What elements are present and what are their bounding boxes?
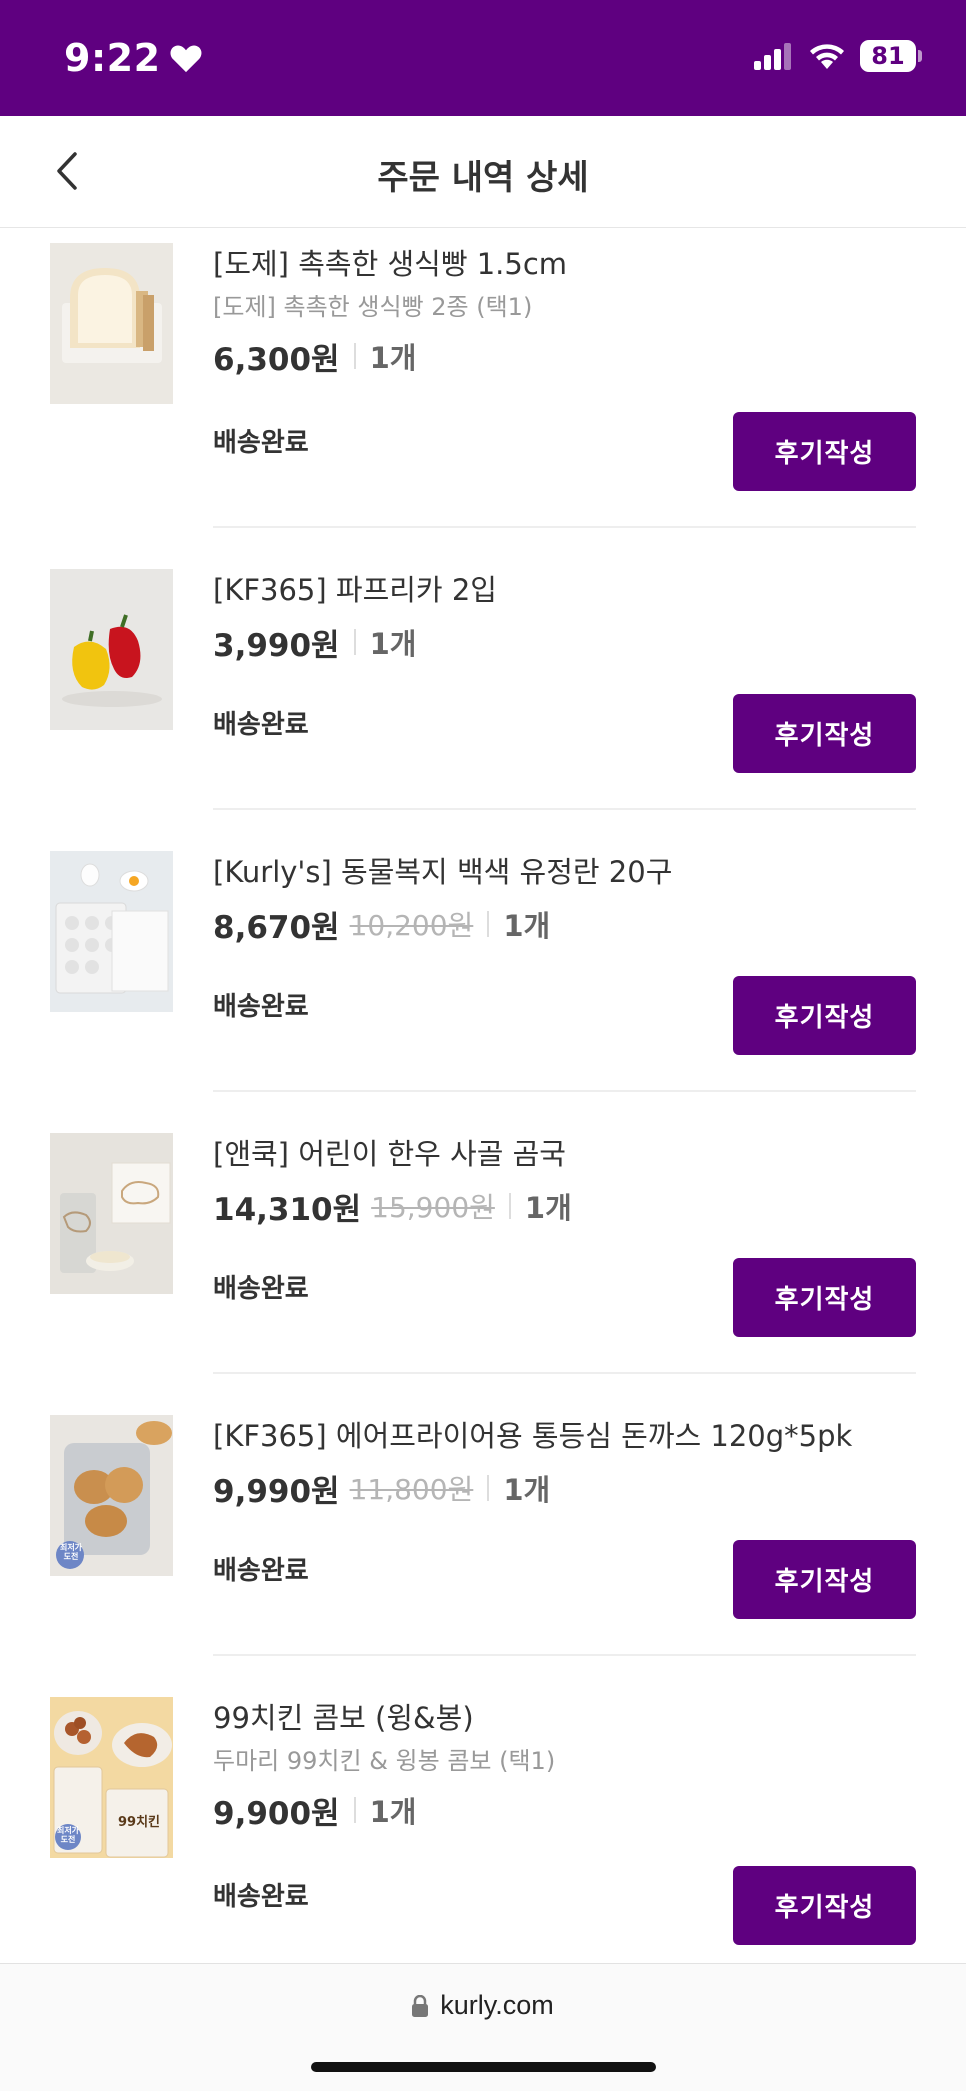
page-header: 주문 내역 상세: [0, 116, 966, 228]
item-separator: [213, 1090, 916, 1092]
time-text: 9:22: [64, 36, 161, 80]
item-name[interactable]: [KF365] 파프리카 2입: [213, 570, 916, 610]
item-quantity: 1개: [524, 1191, 572, 1225]
item-separator: [213, 808, 916, 810]
price-row: 9,900원 1개: [213, 1788, 916, 1832]
price-row: 9,990원 11,800원 1개: [213, 1466, 916, 1510]
item-info: 99치킨 콤보 (윙&봉) 두마리 99치킨 & 윙봉 콤보 (택1) 9,90…: [213, 1698, 916, 1832]
write-review-button[interactable]: 후기작성: [733, 1258, 916, 1337]
delivery-status: 배송완료: [213, 428, 309, 458]
order-item-list: [도제] 촉촉한 생식빵 1.5cm [도제] 촉촉한 생식빵 2종 (택1) …: [0, 228, 966, 1963]
divider: [353, 629, 356, 655]
delivery-status: 배송완료: [213, 710, 309, 740]
browser-bottom-bar: kurly.com: [0, 1963, 966, 2091]
delivery-status: 배송완료: [213, 992, 309, 1022]
wifi-icon: [810, 44, 844, 69]
product-image-cutlet[interactable]: 최저가 도전: [50, 1415, 173, 1576]
thumb-badge: 최저가 도전: [59, 1543, 83, 1561]
item-price: 6,300원: [213, 341, 340, 378]
url-text: kurly.com: [440, 1990, 554, 2020]
home-indicator[interactable]: [311, 2062, 656, 2072]
product-image-soup[interactable]: [50, 1133, 173, 1294]
item-separator: [213, 526, 916, 528]
item-name[interactable]: [도제] 촉촉한 생식빵 1.5cm: [213, 244, 916, 284]
item-info: [KF365] 파프리카 2입 3,990원 1개: [213, 570, 916, 664]
delivery-status: 배송완료: [213, 1556, 309, 1586]
item-price: 9,990원: [213, 1473, 340, 1510]
item-name[interactable]: [Kurly's] 동물복지 백색 유정란 20구: [213, 852, 916, 892]
item-original-price: 11,800원: [349, 1473, 474, 1506]
item-quantity: 1개: [369, 627, 417, 661]
divider: [353, 1797, 356, 1823]
item-price: 3,990원: [213, 627, 340, 664]
status-time: 9:22: [64, 36, 203, 80]
item-info: [앤쿡] 어린이 한우 사골 곰국 14,310원 15,900원 1개: [213, 1134, 916, 1228]
divider: [487, 1475, 490, 1501]
product-image-eggs[interactable]: [50, 851, 173, 1012]
item-price: 9,900원: [213, 1795, 340, 1832]
write-review-button[interactable]: 후기작성: [733, 412, 916, 491]
thumb-label: 99치킨: [117, 1815, 160, 1830]
price-row: 6,300원 1개: [213, 334, 916, 378]
divider: [353, 343, 356, 369]
product-image-chicken[interactable]: 99치킨 최저가 도전: [50, 1697, 173, 1858]
price-row: 8,670원 10,200원 1개: [213, 902, 916, 946]
item-name[interactable]: 99치킨 콤보 (윙&봉): [213, 1698, 916, 1738]
item-original-price: 10,200원: [349, 909, 474, 942]
address-bar[interactable]: kurly.com: [0, 1990, 966, 2021]
item-price: 8,670원: [213, 909, 340, 946]
item-separator: [213, 1654, 916, 1656]
item-info: [Kurly's] 동물복지 백색 유정란 20구 8,670원 10,200원…: [213, 852, 916, 946]
delivery-status: 배송완료: [213, 1882, 309, 1912]
item-name[interactable]: [앤쿡] 어린이 한우 사골 곰국: [213, 1134, 916, 1174]
write-review-button[interactable]: 후기작성: [733, 1540, 916, 1619]
item-separator: [213, 1372, 916, 1374]
write-review-button[interactable]: 후기작성: [733, 976, 916, 1055]
product-image-bread[interactable]: [50, 243, 173, 404]
product-image-paprika[interactable]: [50, 569, 173, 730]
lock-icon: [412, 1994, 429, 2017]
price-row: 14,310원 15,900원 1개: [213, 1184, 916, 1228]
delivery-status: 배송완료: [213, 1274, 309, 1304]
item-original-price: 15,900원: [371, 1191, 495, 1224]
item-quantity: 1개: [369, 341, 417, 375]
signal-icon: [754, 43, 791, 70]
item-info: [도제] 촉촉한 생식빵 1.5cm [도제] 촉촉한 생식빵 2종 (택1) …: [213, 244, 916, 378]
item-price: 14,310원: [213, 1191, 362, 1228]
heart-icon: [170, 45, 202, 73]
item-info: [KF365] 에어프라이어용 통등심 돈까스 120g*5pk 9,990원 …: [213, 1416, 916, 1510]
item-option: 두마리 99치킨 & 윙봉 콤보 (택1): [213, 1747, 556, 1775]
item-quantity: 1개: [503, 909, 551, 943]
divider: [487, 911, 490, 937]
thumb-badge: 최저가 도전: [56, 1826, 80, 1844]
write-review-button[interactable]: 후기작성: [733, 1866, 916, 1945]
page-title: 주문 내역 상세: [377, 158, 589, 198]
price-row: 3,990원 1개: [213, 620, 916, 664]
item-quantity: 1개: [369, 1795, 417, 1829]
divider: [508, 1193, 511, 1219]
item-option: [도제] 촉촉한 생식빵 2종 (택1): [213, 293, 533, 321]
battery-tip: [918, 50, 922, 62]
status-icons: 81: [754, 40, 922, 72]
item-quantity: 1개: [503, 1473, 551, 1507]
write-review-button[interactable]: 후기작성: [733, 694, 916, 773]
status-bar: 9:22 81: [0, 0, 966, 116]
item-name[interactable]: [KF365] 에어프라이어용 통등심 돈까스 120g*5pk: [213, 1416, 916, 1456]
battery-icon: 81: [860, 40, 916, 72]
